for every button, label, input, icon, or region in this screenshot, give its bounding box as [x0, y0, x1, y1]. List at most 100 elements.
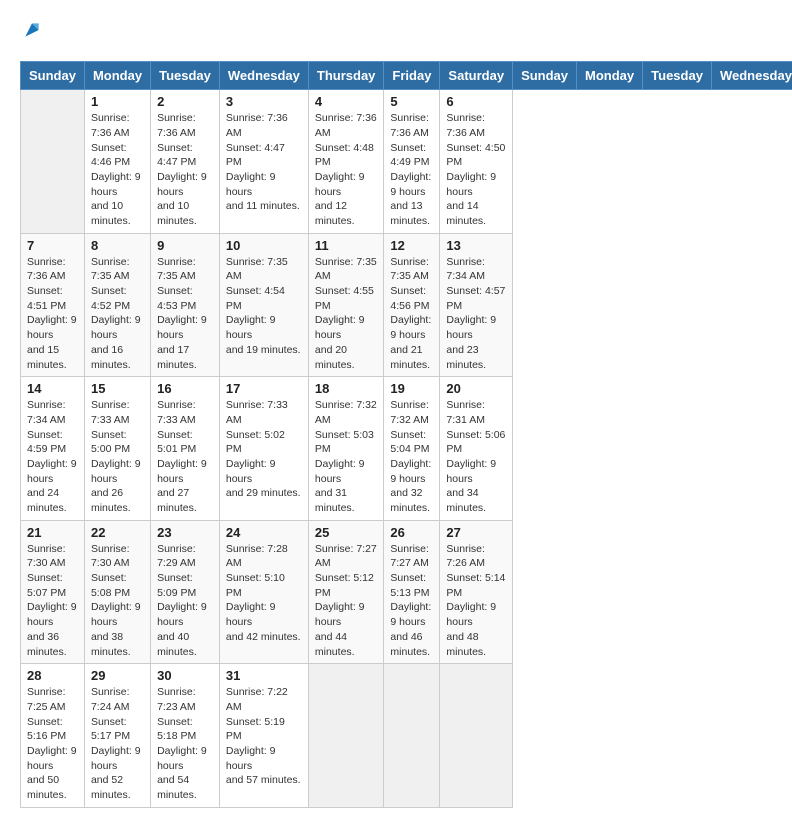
calendar-cell: 11 Sunrise: 7:35 AMSunset: 4:55 PMDayligh…: [308, 233, 384, 377]
day-info: Sunrise: 7:29 AMSunset: 5:09 PMDaylight:…: [157, 542, 213, 660]
header-day-thursday: Thursday: [308, 62, 384, 90]
day-info: Sunrise: 7:24 AMSunset: 5:17 PMDaylight:…: [91, 685, 144, 803]
day-number: 30: [157, 668, 213, 683]
logo-icon: [22, 20, 42, 40]
day-info: Sunrise: 7:33 AMSunset: 5:00 PMDaylight:…: [91, 398, 144, 516]
day-info: Sunrise: 7:36 AMSunset: 4:49 PMDaylight:…: [390, 111, 433, 229]
day-info: Sunrise: 7:36 AMSunset: 4:47 PMDaylight:…: [226, 111, 302, 214]
calendar-header-row: SundayMondayTuesdayWednesdayThursdayFrid…: [21, 62, 792, 90]
calendar-table: SundayMondayTuesdayWednesdayThursdayFrid…: [20, 61, 792, 808]
day-number: 15: [91, 381, 144, 396]
day-info: Sunrise: 7:23 AMSunset: 5:18 PMDaylight:…: [157, 685, 213, 803]
calendar-cell: [384, 664, 440, 808]
day-info: Sunrise: 7:35 AMSunset: 4:56 PMDaylight:…: [390, 255, 433, 373]
header-day-sunday: Sunday: [513, 62, 577, 90]
day-info: Sunrise: 7:36 AMSunset: 4:48 PMDaylight:…: [315, 111, 378, 229]
day-info: Sunrise: 7:34 AMSunset: 4:59 PMDaylight:…: [27, 398, 78, 516]
day-number: 14: [27, 381, 78, 396]
header-day-tuesday: Tuesday: [643, 62, 712, 90]
header-day-monday: Monday: [84, 62, 150, 90]
day-number: 24: [226, 525, 302, 540]
calendar-cell: 25 Sunrise: 7:27 AMSunset: 5:12 PMDayligh…: [308, 520, 384, 664]
day-info: Sunrise: 7:28 AMSunset: 5:10 PMDaylight:…: [226, 542, 302, 645]
day-info: Sunrise: 7:22 AMSunset: 5:19 PMDaylight:…: [226, 685, 302, 788]
day-number: 11: [315, 238, 378, 253]
calendar-cell: 6 Sunrise: 7:36 AMSunset: 4:50 PMDaylight…: [440, 90, 513, 234]
day-info: Sunrise: 7:36 AMSunset: 4:50 PMDaylight:…: [446, 111, 506, 229]
day-info: Sunrise: 7:35 AMSunset: 4:52 PMDaylight:…: [91, 255, 144, 373]
day-number: 2: [157, 94, 213, 109]
day-info: Sunrise: 7:27 AMSunset: 5:12 PMDaylight:…: [315, 542, 378, 660]
calendar-cell: [308, 664, 384, 808]
day-info: Sunrise: 7:35 AMSunset: 4:55 PMDaylight:…: [315, 255, 378, 373]
day-number: 29: [91, 668, 144, 683]
calendar-week-row: 1Sunrise: 7:36 AMSunset: 4:46 PMDaylight…: [21, 90, 792, 234]
day-number: 28: [27, 668, 78, 683]
day-number: 9: [157, 238, 213, 253]
day-number: 26: [390, 525, 433, 540]
calendar-cell: 17Sunrise: 7:33 AMSunset: 5:02 PMDayligh…: [219, 377, 308, 521]
day-info: Sunrise: 7:27 AMSunset: 5:13 PMDaylight:…: [390, 542, 433, 660]
calendar-cell: 23Sunrise: 7:29 AMSunset: 5:09 PMDayligh…: [151, 520, 220, 664]
day-info: Sunrise: 7:36 AMSunset: 4:51 PMDaylight:…: [27, 255, 78, 373]
header-day-wednesday: Wednesday: [711, 62, 792, 90]
day-number: 16: [157, 381, 213, 396]
calendar-cell: 21Sunrise: 7:30 AMSunset: 5:07 PMDayligh…: [21, 520, 85, 664]
calendar-cell: 31 Sunrise: 7:22 AMSunset: 5:19 PMDayligh…: [219, 664, 308, 808]
day-info: Sunrise: 7:32 AMSunset: 5:04 PMDaylight:…: [390, 398, 433, 516]
header-day-wednesday: Wednesday: [219, 62, 308, 90]
day-info: Sunrise: 7:36 AMSunset: 4:46 PMDaylight:…: [91, 111, 144, 229]
calendar-cell: 28 Sunrise: 7:25 AMSunset: 5:16 PMDayligh…: [21, 664, 85, 808]
calendar-cell: 30 Sunrise: 7:23 AMSunset: 5:18 PMDayligh…: [151, 664, 220, 808]
day-info: Sunrise: 7:26 AMSunset: 5:14 PMDaylight:…: [446, 542, 506, 660]
calendar-cell: 3 Sunrise: 7:36 AMSunset: 4:47 PMDaylight…: [219, 90, 308, 234]
calendar-cell: 13 Sunrise: 7:34 AMSunset: 4:57 PMDayligh…: [440, 233, 513, 377]
day-info: Sunrise: 7:32 AMSunset: 5:03 PMDaylight:…: [315, 398, 378, 516]
calendar-cell: 19Sunrise: 7:32 AMSunset: 5:04 PMDayligh…: [384, 377, 440, 521]
day-info: Sunrise: 7:33 AMSunset: 5:02 PMDaylight:…: [226, 398, 302, 501]
day-info: Sunrise: 7:36 AMSunset: 4:47 PMDaylight:…: [157, 111, 213, 229]
day-number: 7: [27, 238, 78, 253]
day-number: 5: [390, 94, 433, 109]
calendar-week-row: 7 Sunrise: 7:36 AMSunset: 4:51 PMDaylight…: [21, 233, 792, 377]
calendar-cell: 14 Sunrise: 7:34 AMSunset: 4:59 PMDayligh…: [21, 377, 85, 521]
calendar-cell: [21, 90, 85, 234]
calendar-cell: 4Sunrise: 7:36 AMSunset: 4:48 PMDaylight…: [308, 90, 384, 234]
calendar-cell: 2 Sunrise: 7:36 AMSunset: 4:47 PMDaylight…: [151, 90, 220, 234]
calendar-cell: 12 Sunrise: 7:35 AMSunset: 4:56 PMDayligh…: [384, 233, 440, 377]
page-header: [20, 20, 772, 45]
calendar-cell: 29 Sunrise: 7:24 AMSunset: 5:17 PMDayligh…: [84, 664, 150, 808]
calendar-cell: 9Sunrise: 7:35 AMSunset: 4:53 PMDaylight…: [151, 233, 220, 377]
day-number: 13: [446, 238, 506, 253]
logo-text: [20, 20, 42, 45]
day-number: 31: [226, 668, 302, 683]
header-day-tuesday: Tuesday: [151, 62, 220, 90]
calendar-cell: 15 Sunrise: 7:33 AMSunset: 5:00 PMDayligh…: [84, 377, 150, 521]
day-info: Sunrise: 7:31 AMSunset: 5:06 PMDaylight:…: [446, 398, 506, 516]
day-info: Sunrise: 7:34 AMSunset: 4:57 PMDaylight:…: [446, 255, 506, 373]
day-number: 10: [226, 238, 302, 253]
logo: [20, 20, 42, 45]
day-number: 12: [390, 238, 433, 253]
header-day-monday: Monday: [577, 62, 643, 90]
day-number: 3: [226, 94, 302, 109]
calendar-cell: 27 Sunrise: 7:26 AMSunset: 5:14 PMDayligh…: [440, 520, 513, 664]
calendar-cell: 22Sunrise: 7:30 AMSunset: 5:08 PMDayligh…: [84, 520, 150, 664]
header-day-sunday: Sunday: [21, 62, 85, 90]
calendar-cell: 7 Sunrise: 7:36 AMSunset: 4:51 PMDaylight…: [21, 233, 85, 377]
calendar-cell: 10 Sunrise: 7:35 AMSunset: 4:54 PMDayligh…: [219, 233, 308, 377]
day-info: Sunrise: 7:35 AMSunset: 4:54 PMDaylight:…: [226, 255, 302, 358]
day-info: Sunrise: 7:30 AMSunset: 5:07 PMDaylight:…: [27, 542, 78, 660]
calendar-cell: 20Sunrise: 7:31 AMSunset: 5:06 PMDayligh…: [440, 377, 513, 521]
day-info: Sunrise: 7:25 AMSunset: 5:16 PMDaylight:…: [27, 685, 78, 803]
day-number: 25: [315, 525, 378, 540]
day-number: 18: [315, 381, 378, 396]
calendar-cell: 8Sunrise: 7:35 AMSunset: 4:52 PMDaylight…: [84, 233, 150, 377]
calendar-cell: 5 Sunrise: 7:36 AMSunset: 4:49 PMDaylight…: [384, 90, 440, 234]
day-number: 6: [446, 94, 506, 109]
calendar-cell: 24 Sunrise: 7:28 AMSunset: 5:10 PMDayligh…: [219, 520, 308, 664]
day-number: 27: [446, 525, 506, 540]
day-info: Sunrise: 7:33 AMSunset: 5:01 PMDaylight:…: [157, 398, 213, 516]
calendar-cell: 16 Sunrise: 7:33 AMSunset: 5:01 PMDayligh…: [151, 377, 220, 521]
calendar-cell: 26 Sunrise: 7:27 AMSunset: 5:13 PMDayligh…: [384, 520, 440, 664]
